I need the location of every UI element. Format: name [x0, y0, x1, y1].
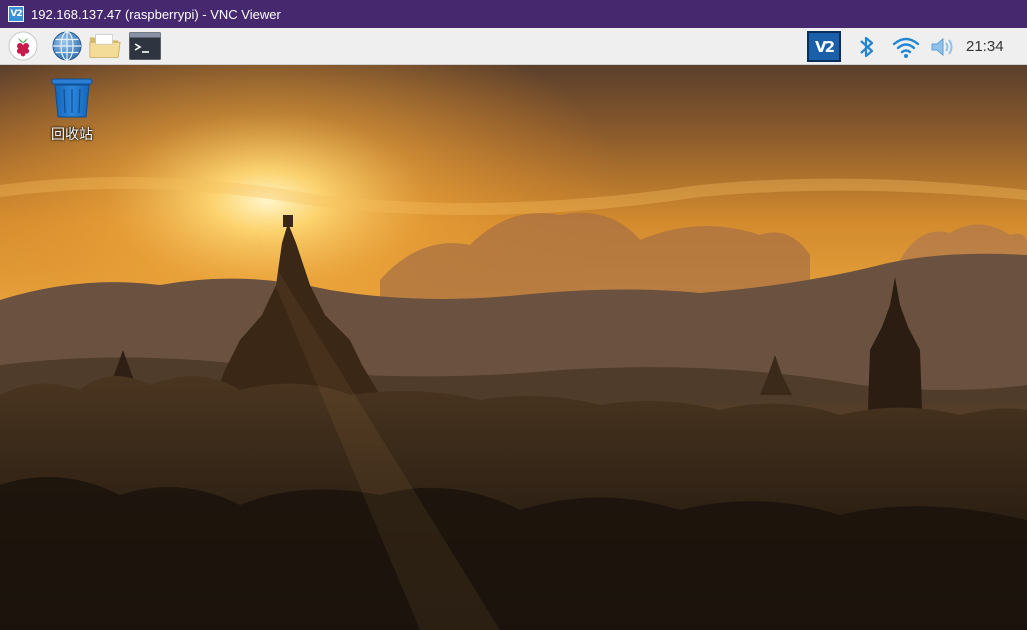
- trash-icon: [51, 78, 93, 118]
- vnc-server-tray-button[interactable]: V2: [806, 31, 842, 62]
- desktop-icon-trash[interactable]: 回收站: [38, 77, 106, 144]
- bluetooth-tray-button[interactable]: [854, 31, 880, 62]
- terminal-button[interactable]: [128, 31, 162, 61]
- globe-icon: [52, 31, 82, 61]
- wifi-icon: [892, 37, 920, 58]
- file-manager-button[interactable]: [88, 31, 122, 61]
- desktop-icon-label: 回收站: [51, 127, 93, 143]
- vnc-icon: V2: [807, 31, 841, 62]
- terminal-icon: [129, 32, 161, 60]
- folder-icon: [89, 34, 121, 58]
- taskbar: V2 21:34: [0, 28, 1027, 65]
- wallpaper-image: [0, 65, 1027, 630]
- window-title: 192.168.137.47 (raspberrypi) - VNC Viewe…: [31, 6, 281, 22]
- web-browser-button[interactable]: [50, 31, 84, 61]
- volume-icon: [931, 37, 953, 56]
- raspberry-menu-button[interactable]: [6, 31, 40, 61]
- vnc-title-bar[interactable]: V2 192.168.137.47 (raspberrypi) - VNC Vi…: [0, 0, 1027, 28]
- vnc-app-icon: V2: [8, 6, 24, 22]
- desktop[interactable]: 回收站: [0, 65, 1027, 630]
- taskbar-clock[interactable]: 21:34: [966, 28, 1004, 65]
- raspberry-icon: [8, 31, 38, 61]
- bluetooth-icon: [860, 36, 874, 57]
- volume-tray-button[interactable]: [928, 31, 958, 62]
- wifi-tray-button[interactable]: [890, 31, 922, 62]
